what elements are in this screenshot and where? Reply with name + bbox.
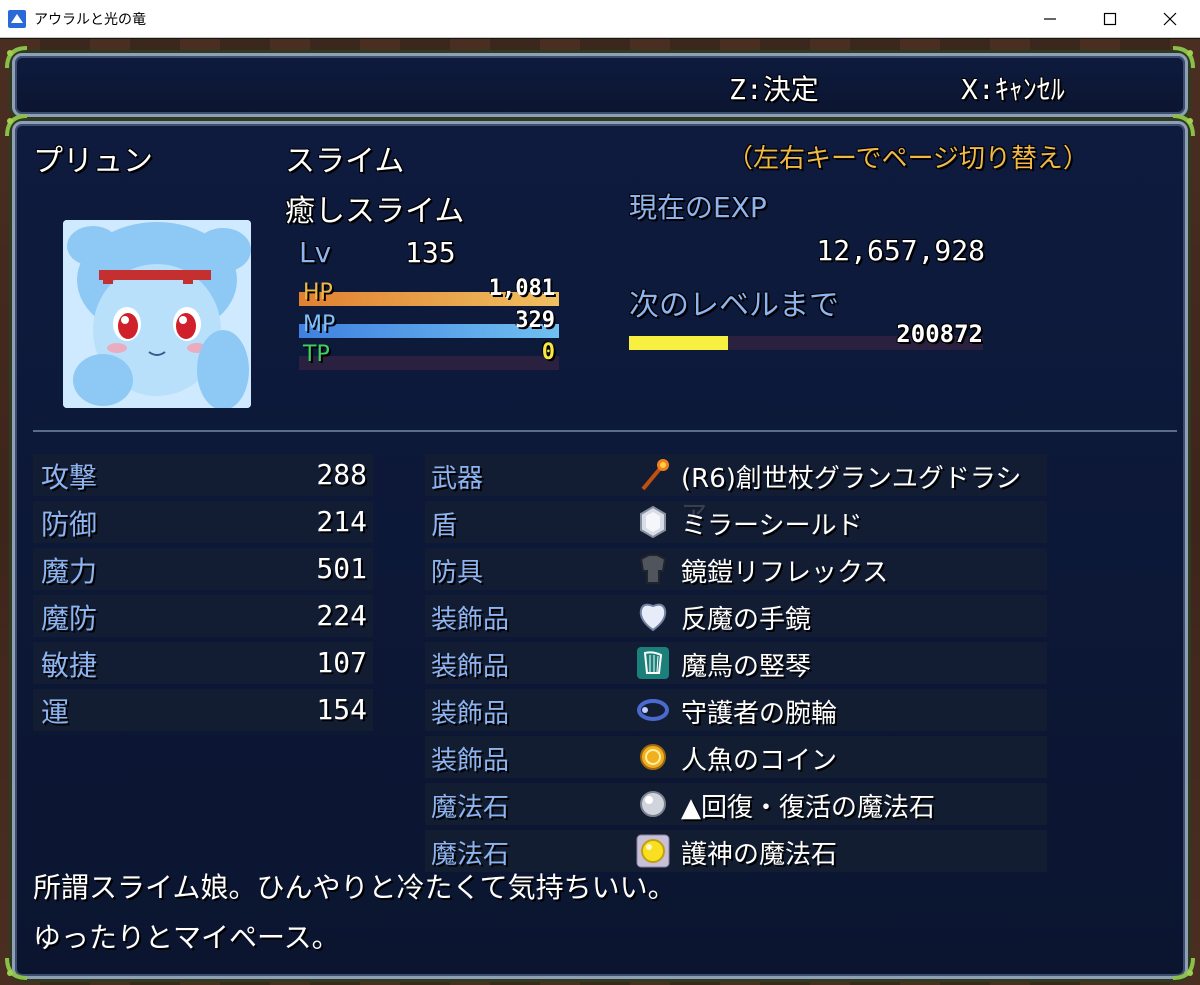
- hp-value: 1,081: [488, 276, 555, 301]
- equipment-slot-row[interactable]: 盾 ミラーシールド: [425, 501, 1047, 543]
- parameter-value: 501: [316, 552, 367, 585]
- game-screen: Z:決定 X:ｷｬﾝｾﾙ プリュン スライム （左右キーでページ切り替え） 癒し…: [0, 39, 1200, 985]
- equipment-slot-row[interactable]: 装飾品 守護者の腕輪: [425, 689, 1047, 731]
- equipment-slot-name: 魔法石: [431, 793, 510, 823]
- equipment-slot-row[interactable]: 装飾品 魔鳥の竪琴: [425, 642, 1047, 684]
- vine-ornament-icon: [5, 957, 28, 980]
- app-icon: [8, 10, 26, 28]
- equipment-item-name: 反魔の手鏡: [681, 605, 812, 635]
- status-window: プリュン スライム （左右キーでページ切り替え） 癒しスライム Lv 135 H…: [12, 121, 1188, 979]
- vine-ornament-icon: [5, 46, 28, 69]
- equipment-slot-row[interactable]: 装飾品 人魚のコイン: [425, 736, 1047, 778]
- slime-girl-face-image: [63, 220, 251, 408]
- equipment-item-name: 護神の魔法石: [681, 840, 838, 870]
- yellow-orb-icon: [636, 834, 670, 868]
- hp-label: HP: [303, 280, 333, 305]
- parameter-value: 107: [316, 646, 367, 679]
- cancel-key-hint: X:ｷｬﾝｾﾙ: [961, 73, 1065, 106]
- window-title: アウラルと光の竜: [34, 12, 146, 28]
- equipment-item-name: 魔鳥の竪琴: [681, 652, 812, 682]
- level-value: 135: [405, 236, 456, 269]
- white-orb-icon: [640, 791, 666, 817]
- equipment-item-name: ▲回復・復活の魔法石: [681, 793, 935, 823]
- crystal-shield-icon: [640, 505, 666, 539]
- close-icon: [1163, 12, 1177, 26]
- minimize-button[interactable]: [1020, 0, 1080, 38]
- confirm-key-hint: Z:決定: [729, 73, 819, 106]
- tp-value: 0: [541, 340, 555, 365]
- equipment-slot-row[interactable]: 装飾品 反魔の手鏡: [425, 595, 1047, 637]
- next-level-label: 次のレベルまで: [629, 288, 839, 323]
- actor-nickname: 癒しスライム: [285, 194, 465, 229]
- parameter-name: 防御: [41, 508, 98, 541]
- section-divider: [33, 430, 1177, 432]
- parameter-value: 224: [316, 599, 367, 632]
- tp-label: TP: [303, 342, 330, 367]
- armor-icon: [639, 554, 667, 584]
- vine-ornament-icon: [1172, 957, 1195, 980]
- staff-icon: [641, 459, 669, 491]
- maximize-button[interactable]: [1080, 0, 1140, 38]
- minimize-icon: [1044, 18, 1056, 20]
- equipment-slot-name: 装飾品: [431, 605, 510, 635]
- parameter-value: 214: [316, 505, 367, 538]
- equipment-slot-name: 装飾品: [431, 652, 510, 682]
- equipment-item-name: ミラーシールド: [681, 511, 863, 541]
- vine-ornament-icon: [1172, 114, 1195, 137]
- mp-label: MP: [303, 312, 336, 337]
- exp-label: 現在のEXP: [629, 191, 767, 224]
- equipment-slot-name: 武器: [431, 464, 484, 494]
- vine-ornament-icon: [5, 114, 28, 137]
- page-switch-hint: （左右キーでページ切り替え）: [727, 144, 1089, 174]
- parameter-row: 魔防 224: [33, 595, 373, 637]
- parameter-row: 運 154: [33, 689, 373, 731]
- equipment-slot-name: 防具: [431, 558, 484, 588]
- parameter-row: 魔力 501: [33, 548, 373, 590]
- equipment-item-name: 鏡鎧リフレックス: [681, 558, 889, 588]
- parameter-row: 攻撃 288: [33, 454, 373, 496]
- parameter-name: 魔力: [41, 555, 98, 588]
- profile-line-2: ゆったりとマイペース。: [33, 921, 340, 954]
- equipment-slot-row[interactable]: 魔法石 ▲回復・復活の魔法石: [425, 783, 1047, 825]
- parameter-value: 288: [316, 458, 367, 491]
- vine-ornament-icon: [1172, 46, 1195, 69]
- equipment-slot-row[interactable]: 防具 鏡鎧リフレックス: [425, 548, 1047, 590]
- equipment-slot-name: 装飾品: [431, 746, 510, 776]
- equipment-slot-name: 装飾品: [431, 699, 510, 729]
- close-button[interactable]: [1140, 0, 1200, 38]
- mp-value: 329: [515, 308, 555, 333]
- profile-line-1: 所謂スライム娘。ひんやりと冷たくて気持ちいい。: [33, 871, 676, 904]
- level-label: Lv: [299, 236, 332, 269]
- parameter-name: 攻撃: [41, 461, 98, 494]
- parameter-row: 防御 214: [33, 501, 373, 543]
- maximize-icon: [1103, 12, 1117, 26]
- next-level-value: 200872: [896, 320, 983, 348]
- actor-class: スライム: [285, 144, 405, 179]
- coin-icon: [640, 744, 666, 770]
- parameter-value: 154: [316, 693, 367, 726]
- equipment-slot-row[interactable]: 武器(R6)創世杖グランユグドラシア: [425, 454, 1047, 531]
- actor-name: プリュン: [33, 144, 153, 179]
- mirror-icon: [639, 603, 667, 632]
- exp-value: 12,657,928: [816, 234, 985, 267]
- equipment-slot-name: 盾: [431, 511, 458, 541]
- parameter-name: 魔防: [41, 602, 98, 635]
- bracelet-icon: [637, 699, 669, 721]
- next-level-gauge-fill: [629, 336, 729, 350]
- parameter-name: 敏捷: [41, 649, 98, 682]
- window-titlebar: アウラルと光の竜: [0, 0, 1200, 38]
- actor-face-portrait: [63, 220, 251, 408]
- parameter-row: 敏捷 107: [33, 642, 373, 684]
- parameter-name: 運: [41, 696, 70, 729]
- equipment-item-name: 守護者の腕輪: [681, 699, 838, 729]
- harp-icon: [637, 647, 669, 679]
- equipment-item-name: 人魚のコイン: [681, 746, 838, 776]
- help-window: Z:決定 X:ｷｬﾝｾﾙ: [12, 53, 1188, 117]
